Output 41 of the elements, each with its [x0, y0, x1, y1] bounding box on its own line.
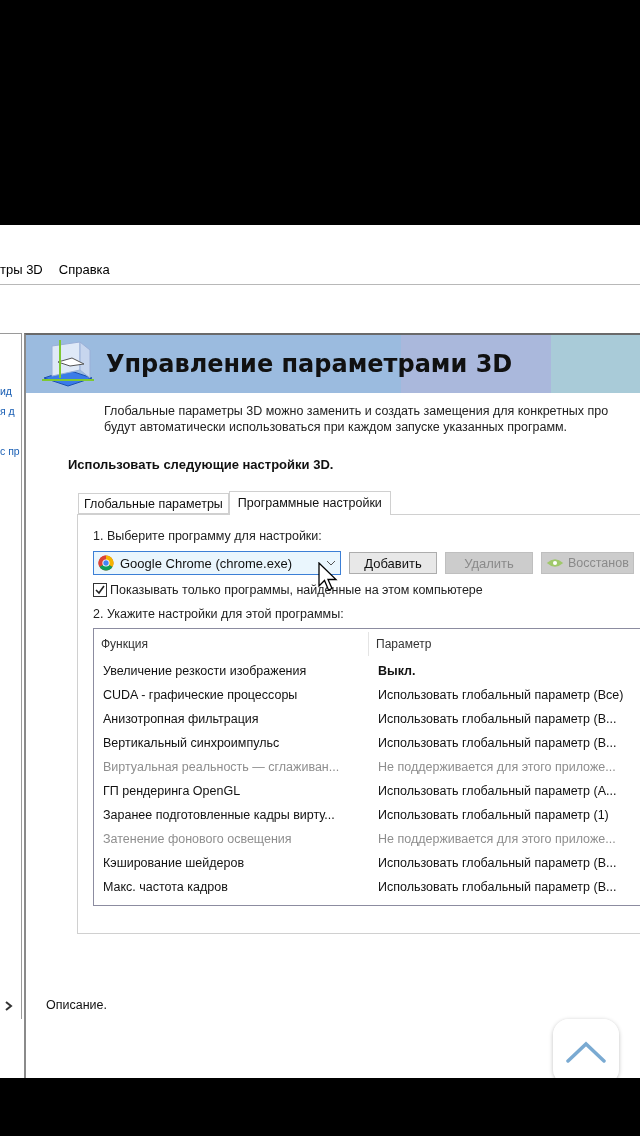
- table-cell[interactable]: Макс. частота кадров: [94, 880, 369, 894]
- section-title: Использовать следующие настройки 3D.: [68, 457, 335, 472]
- cube-icon: [40, 338, 96, 390]
- tab[interactable]: Программные настройки: [228, 491, 391, 515]
- sidebar-link[interactable]: ид: [0, 384, 12, 398]
- browser-icon: [98, 555, 114, 571]
- checkbox[interactable]: [93, 583, 107, 597]
- table-cell[interactable]: Использовать глобальный параметр (В...: [369, 736, 640, 750]
- page-title: Управление параметрами 3D: [106, 350, 513, 378]
- table-cell[interactable]: Использовать глобальный параметр (В...: [369, 712, 640, 726]
- table-cell[interactable]: Анизотропная фильтрация: [94, 712, 369, 726]
- description-text: Описание.: [46, 998, 108, 1012]
- column-header: Параметр: [375, 636, 433, 653]
- table-cell[interactable]: Использовать глобальный параметр (В...: [369, 856, 640, 870]
- chevron-down-icon: [326, 560, 336, 566]
- table-cell[interactable]: ГП рендеринга OpenGL: [94, 784, 369, 798]
- sidebar-link[interactable]: я д: [0, 404, 15, 418]
- table-cell[interactable]: Выкл.: [369, 664, 640, 678]
- menu-item[interactable]: Справка: [58, 262, 110, 277]
- table-cell[interactable]: CUDA - графические процессоры: [94, 688, 369, 702]
- table-cell[interactable]: Заранее подготовленные кадры вирту...: [94, 808, 369, 822]
- tab[interactable]: Глобальные параметры: [78, 493, 229, 514]
- chevron-right-icon[interactable]: [4, 1001, 14, 1011]
- table-cell[interactable]: Использовать глобальный параметр (1): [369, 808, 640, 822]
- table-cell[interactable]: Использовать глобальный параметр (Все): [369, 688, 640, 702]
- step-label: 2. Укажите настройки для этой программы:: [93, 607, 345, 621]
- table-cell[interactable]: Использовать глобальный параметр (В...: [369, 880, 640, 894]
- sidebar-link[interactable]: с пр: [0, 444, 20, 458]
- intro-text: Глобальные параметры 3D можно заменить и создать замещения для конкретных про будут автоматически использоваться при каждом запуске указанных программ.: [103, 403, 610, 435]
- logo-icon: [546, 558, 564, 568]
- program-dropdown[interactable]: Google Chrome (chrome.exe): [93, 551, 341, 575]
- table-cell[interactable]: Кэширование шейдеров: [94, 856, 369, 870]
- column-header: Функция: [94, 632, 369, 656]
- table-cell[interactable]: Увеличение резкости изображения: [94, 664, 369, 678]
- table-cell[interactable]: Вертикальный синхроимпульс: [94, 736, 369, 750]
- checkbox-label: Показывать только программы, найденные на этом компьютере: [110, 583, 483, 597]
- menu-item[interactable]: тры 3D: [0, 262, 43, 277]
- table-cell[interactable]: Использовать глобальный параметр (А...: [369, 784, 640, 798]
- chevron-up-icon: [566, 1041, 606, 1063]
- step-label: 1. Выберите программу для настройки:: [93, 529, 323, 543]
- action-button[interactable]: Добавить: [349, 552, 437, 574]
